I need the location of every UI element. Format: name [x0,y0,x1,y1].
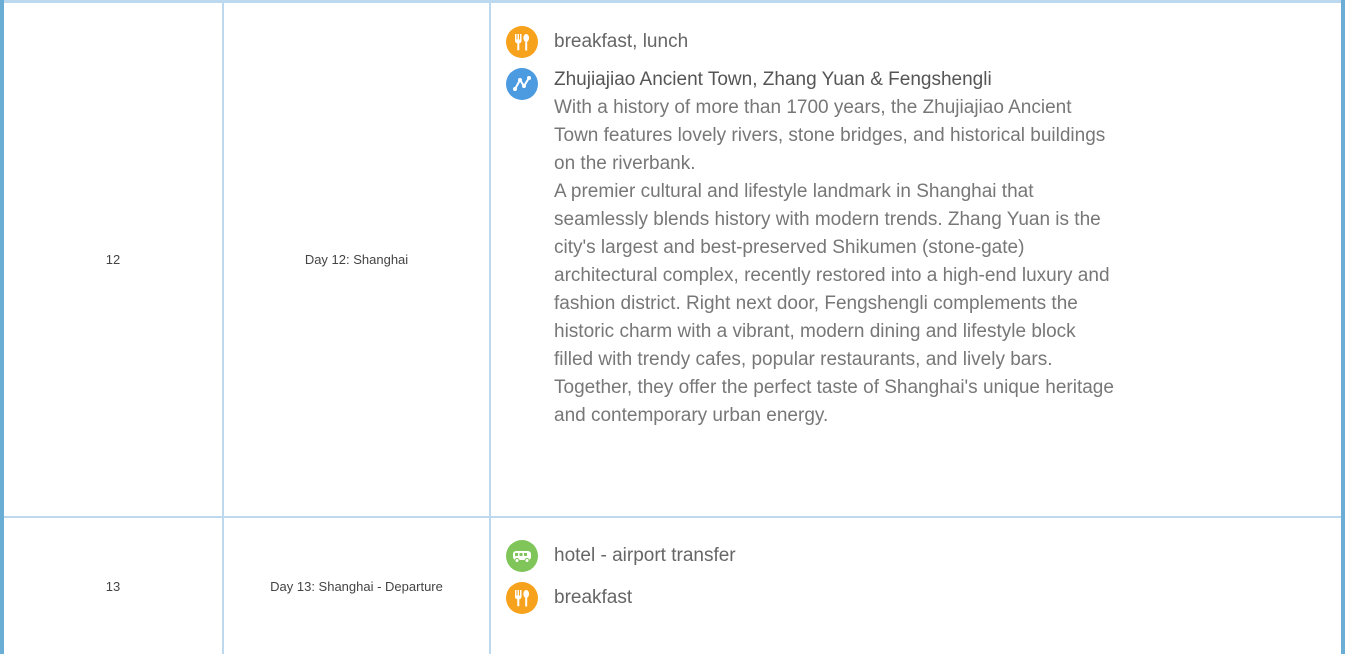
attraction-title: Zhujiajiao Ancient Town, Zhang Yuan & Fe… [554,69,992,90]
meal-text: breakfast, lunch [554,31,689,52]
day-details-cell: hotel - airport transfer breakfast [489,515,1341,654]
meal-entry: breakfast [506,580,1331,614]
meal-entry: breakfast, lunch [506,24,1331,58]
attraction-description: With a history of more than 1700 years, … [554,97,1106,174]
frame-right-border [1341,0,1345,654]
fork-spoon-icon [506,26,538,58]
attraction-description: A premier cultural and lifestyle landmar… [554,181,1114,426]
day-number-cell: 12 [4,0,224,518]
bus-icon [506,539,538,572]
transfer-entry: hotel - airport transfer [506,538,1331,572]
route-icon [506,68,538,100]
table-row: 13 Day 13: Shanghai - Departure hotel - … [4,515,1341,654]
day-details-cell: breakfast, lunch Zhujiajiao Ancient Town… [489,0,1341,518]
attraction-entry: Zhujiajiao Ancient Town, Zhang Yuan & Fe… [506,66,1331,430]
transfer-text: hotel - airport transfer [554,544,736,566]
day-title-cell: Day 13: Shanghai - Departure [222,515,491,654]
day-number-cell: 13 [4,515,224,654]
meal-text: breakfast [554,586,633,608]
itinerary-table: 12 Day 12: Shanghai breakfast, lunch Zhu… [4,0,1341,654]
attraction-body: Zhujiajiao Ancient Town, Zhang Yuan & Fe… [554,66,1114,430]
fork-spoon-icon [506,581,538,614]
day-title-cell: Day 12: Shanghai [222,0,491,518]
table-row: 12 Day 12: Shanghai breakfast, lunch Zhu… [4,0,1341,518]
